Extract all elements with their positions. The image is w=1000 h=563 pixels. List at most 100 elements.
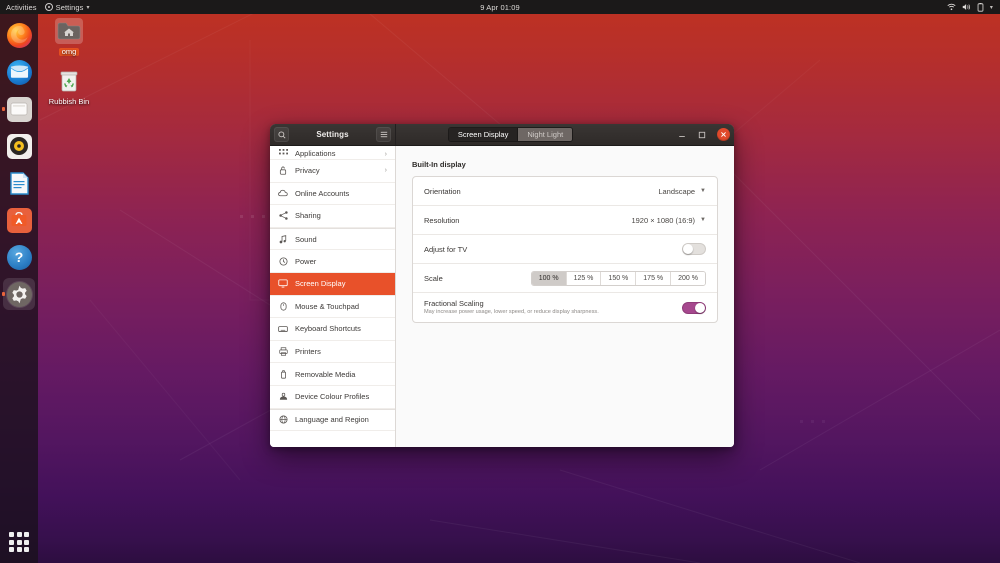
- hamburger-menu-icon[interactable]: [376, 127, 391, 142]
- sidebar-item-removable-media[interactable]: Removable Media: [270, 363, 395, 386]
- dock: ?: [0, 14, 38, 563]
- row-adjust-for-tv[interactable]: Adjust for TV: [413, 235, 717, 264]
- desktop-icon-home-folder[interactable]: omg: [40, 18, 98, 57]
- lock-icon: [278, 166, 288, 176]
- toggle-knob: [683, 244, 693, 254]
- window-title: Settings: [316, 130, 349, 139]
- dock-item-ubuntu-software[interactable]: [3, 204, 35, 236]
- sidebar-item-label: Keyboard Shortcuts: [295, 324, 361, 334]
- titlebar-left: Settings: [270, 124, 396, 145]
- tab-night-light[interactable]: Night Light: [518, 128, 573, 141]
- firefox-icon: [6, 22, 32, 48]
- tab-screen-display[interactable]: Screen Display: [448, 128, 519, 141]
- dock-item-files[interactable]: [3, 93, 35, 125]
- sidebar-item-device-colour-profiles[interactable]: Device Colour Profiles: [270, 386, 395, 409]
- resolution-label: Resolution: [424, 215, 460, 225]
- sidebar-item-label: Language and Region: [295, 415, 369, 425]
- toggle-knob: [695, 302, 705, 313]
- dropdown-arrow-icon: ▾: [989, 4, 993, 11]
- dock-item-libreoffice-writer[interactable]: [3, 167, 35, 199]
- search-icon[interactable]: [274, 127, 289, 142]
- sidebar-item-sound[interactable]: Sound: [270, 227, 395, 251]
- trash-icon: [55, 68, 83, 94]
- top-panel: Activities Settings ▾ 9 Apr 01:09 ▾: [0, 0, 1000, 14]
- desktop-icon-trash[interactable]: Rubbish Bin: [40, 68, 98, 106]
- orientation-value: Landscape: [658, 186, 696, 196]
- dock-item-firefox[interactable]: [3, 19, 35, 51]
- scale-option-100[interactable]: 100 %: [531, 271, 567, 285]
- orientation-dropdown[interactable]: Landscape ▼: [658, 187, 706, 196]
- sidebar-item-keyboard-shortcuts[interactable]: Keyboard Shortcuts: [270, 318, 395, 341]
- scale-option-150[interactable]: 150 %: [601, 271, 637, 285]
- libreoffice-writer-icon: [7, 171, 32, 196]
- row-resolution[interactable]: Resolution 1920 × 1080 (16:9) ▼: [413, 206, 717, 235]
- titlebar-right: Screen Display Night Light: [396, 124, 734, 145]
- sidebar-item-power[interactable]: Power: [270, 250, 395, 273]
- chevron-down-icon: ▾: [86, 4, 90, 11]
- sidebar-item-label: Printers: [295, 347, 321, 357]
- adjust-for-tv-label: Adjust for TV: [424, 244, 468, 254]
- maximize-icon[interactable]: [697, 129, 708, 140]
- sidebar-item-sharing[interactable]: Sharing: [270, 205, 395, 228]
- panel-clock[interactable]: 9 Apr 01:09: [0, 3, 1000, 12]
- dock-item-thunderbird[interactable]: [3, 56, 35, 88]
- fractional-scaling-text: Fractional Scaling May increase power us…: [424, 294, 599, 321]
- dock-item-rhythmbox[interactable]: [3, 130, 35, 162]
- scale-option-175[interactable]: 175 %: [636, 271, 672, 285]
- dock-item-help[interactable]: ?: [3, 241, 35, 273]
- fractional-scaling-toggle[interactable]: [682, 301, 706, 314]
- monitor-icon: [278, 279, 288, 289]
- row-orientation[interactable]: Orientation Landscape ▼: [413, 177, 717, 206]
- sidebar-item-privacy[interactable]: Privacy ›: [270, 160, 395, 183]
- panel-app-menu[interactable]: Settings ▾: [44, 2, 90, 12]
- grid-dot: [24, 532, 29, 537]
- keyboard-icon: [278, 324, 288, 334]
- cloud-icon: [278, 188, 288, 198]
- grid-dot: [24, 539, 29, 545]
- rhythmbox-icon: [6, 133, 32, 159]
- grid-dot: [9, 539, 14, 545]
- dock-item-settings[interactable]: [3, 278, 35, 310]
- sidebar-item-online-accounts[interactable]: Online Accounts: [270, 183, 395, 206]
- minimize-icon[interactable]: [677, 129, 688, 140]
- chevron-down-icon: ▼: [700, 217, 706, 223]
- scale-option-200[interactable]: 200 %: [671, 271, 705, 285]
- sidebar-item-label: Device Colour Profiles: [295, 392, 370, 402]
- desktop-icon-label: omg: [58, 47, 80, 57]
- row-scale: Scale 100 % 125 % 150 % 175 % 200 %: [413, 264, 717, 293]
- home-folder-icon: [55, 18, 83, 44]
- window-body: Applications › Privacy › Online Accounts…: [270, 146, 734, 447]
- panel-app-name: Settings: [55, 2, 84, 12]
- sidebar-item-language-and-region[interactable]: Language and Region: [270, 408, 395, 432]
- sidebar-item-label: Removable Media: [295, 369, 356, 379]
- sidebar-item-applications[interactable]: Applications ›: [270, 146, 395, 160]
- mouse-icon: [278, 301, 288, 311]
- scale-option-125[interactable]: 125 %: [566, 271, 602, 285]
- row-fractional-scaling[interactable]: Fractional Scaling May increase power us…: [413, 293, 717, 322]
- scale-segmented-control: 100 % 125 % 150 % 175 % 200 %: [530, 270, 706, 286]
- resolution-dropdown[interactable]: 1920 × 1080 (16:9) ▼: [631, 216, 706, 225]
- display-settings-card: Orientation Landscape ▼ Resolution 1920 …: [412, 176, 718, 323]
- sidebar-item-label: Online Accounts: [295, 188, 350, 198]
- desktop-icon-label: Rubbish Bin: [48, 97, 90, 106]
- sidebar-item-mouse-touchpad[interactable]: Mouse & Touchpad: [270, 296, 395, 319]
- scale-label: Scale: [424, 273, 443, 283]
- settings-window: Settings Screen Display Night Light Appl…: [270, 124, 734, 447]
- activities-button[interactable]: Activities: [0, 3, 45, 12]
- settings-gear-icon: [6, 281, 32, 307]
- grid-dot: [24, 547, 29, 552]
- grid-dot: [9, 547, 14, 552]
- sidebar-item-screen-display[interactable]: Screen Display: [270, 272, 395, 296]
- adjust-for-tv-toggle[interactable]: [682, 243, 706, 255]
- color-profile-icon: [278, 392, 288, 402]
- chevron-right-icon: ›: [384, 167, 387, 175]
- sidebar-item-label: Power: [295, 256, 317, 266]
- settings-sidebar[interactable]: Applications › Privacy › Online Accounts…: [270, 146, 396, 447]
- close-icon[interactable]: [716, 128, 730, 141]
- show-applications-button[interactable]: [6, 529, 32, 555]
- sidebar-item-printers[interactable]: Printers: [270, 341, 395, 364]
- system-status-area[interactable]: ▾: [947, 2, 1000, 12]
- resolution-value: 1920 × 1080 (16:9): [631, 215, 696, 225]
- window-titlebar[interactable]: Settings Screen Display Night Light: [270, 124, 734, 146]
- files-icon: [6, 96, 32, 122]
